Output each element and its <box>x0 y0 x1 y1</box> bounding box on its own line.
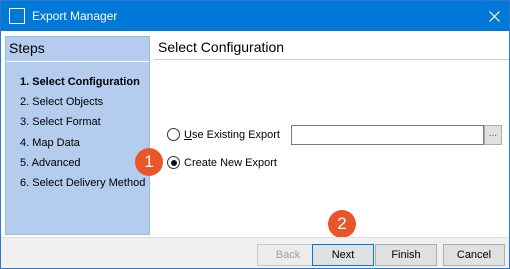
steps-header: Steps <box>9 40 45 56</box>
browse-button[interactable]: ... <box>484 125 502 145</box>
cancel-button[interactable]: Cancel <box>443 244 505 266</box>
create-new-export-option[interactable]: Create New Export <box>167 156 277 169</box>
step-item: 5. Advanced <box>20 156 81 169</box>
export-manager-window: Export Manager Steps 1. Select Configura… <box>0 0 510 269</box>
next-button[interactable]: Next <box>312 244 374 266</box>
finish-button[interactable]: Finish <box>375 244 437 266</box>
title-bar: Export Manager <box>1 1 509 31</box>
window-app-icon <box>9 8 25 24</box>
use-existing-export-label[interactable]: Use Existing Export <box>184 129 280 141</box>
step-item: 3. Select Format <box>20 116 101 129</box>
steps-panel: Steps 1. Select Configuration 2. Select … <box>5 36 150 235</box>
dialog-footer: Back Next Finish Cancel <box>1 237 509 268</box>
step-badge-2: 2 <box>328 210 356 238</box>
step-item: 2. Select Objects <box>20 96 104 109</box>
window-title: Export Manager <box>32 9 118 23</box>
close-button[interactable] <box>479 1 509 31</box>
create-new-export-label[interactable]: Create New Export <box>184 157 277 169</box>
dialog-content: Steps 1. Select Configuration 2. Select … <box>1 31 509 238</box>
step-item: 4. Map Data <box>20 136 80 149</box>
title-underline <box>154 59 509 60</box>
use-existing-export-radio[interactable] <box>167 128 180 141</box>
steps-divider <box>6 61 149 62</box>
step-item: 6. Select Delivery Method <box>20 176 146 189</box>
step-badge-1: 1 <box>135 148 163 176</box>
existing-export-path-input[interactable] <box>291 125 484 145</box>
create-new-export-radio[interactable] <box>167 156 180 169</box>
back-button[interactable]: Back <box>257 244 319 266</box>
step-item: 1. Select Configuration <box>20 76 140 88</box>
steps-list: 1. Select Configuration 2. Select Object… <box>20 74 145 195</box>
page-title: Select Configuration <box>158 39 285 55</box>
use-existing-export-option[interactable]: Use Existing Export <box>167 128 280 141</box>
close-icon <box>488 10 500 22</box>
